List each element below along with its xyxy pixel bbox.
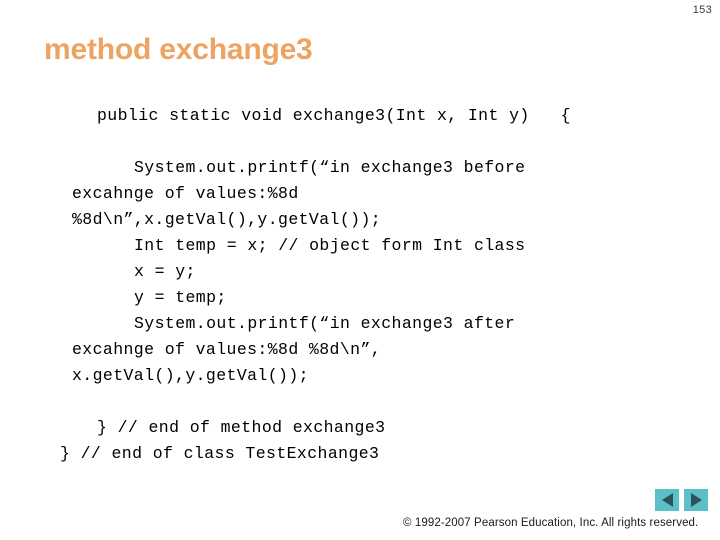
triangle-left-icon xyxy=(661,493,673,507)
code-line: } // end of class TestExchange3 xyxy=(60,444,380,463)
code-line: x.getVal(),y.getVal()); xyxy=(72,366,309,385)
slide-navigation xyxy=(655,489,708,511)
triangle-right-icon xyxy=(690,493,702,507)
code-line: excahnge of values:%8d xyxy=(72,184,299,203)
code-line: public static void exchange3(Int x, Int … xyxy=(97,106,571,125)
code-line: excahnge of values:%8d %8d\n”, xyxy=(72,340,382,359)
code-line: y = temp; xyxy=(134,288,227,307)
code-line: System.out.printf(“in exchange3 before xyxy=(134,158,526,177)
code-line: System.out.printf(“in exchange3 after xyxy=(134,314,516,333)
next-slide-button[interactable] xyxy=(684,489,708,511)
code-line: %8d\n”,x.getVal(),y.getVal()); xyxy=(72,210,382,229)
copyright-text: © 1992-2007 Pearson Education, Inc. All … xyxy=(403,517,699,529)
code-line: Int temp = x; // object form Int class xyxy=(134,236,526,255)
code-line: } // end of method exchange3 xyxy=(97,418,386,437)
code-line: x = y; xyxy=(134,262,196,281)
page-number: 153 xyxy=(692,4,712,16)
slide-canvas: 153 method exchange3 public static void … xyxy=(0,0,720,540)
page-title: method exchange3 xyxy=(44,33,313,66)
previous-slide-button[interactable] xyxy=(655,489,679,511)
code-listing: public static void exchange3(Int x, Int … xyxy=(0,103,720,467)
